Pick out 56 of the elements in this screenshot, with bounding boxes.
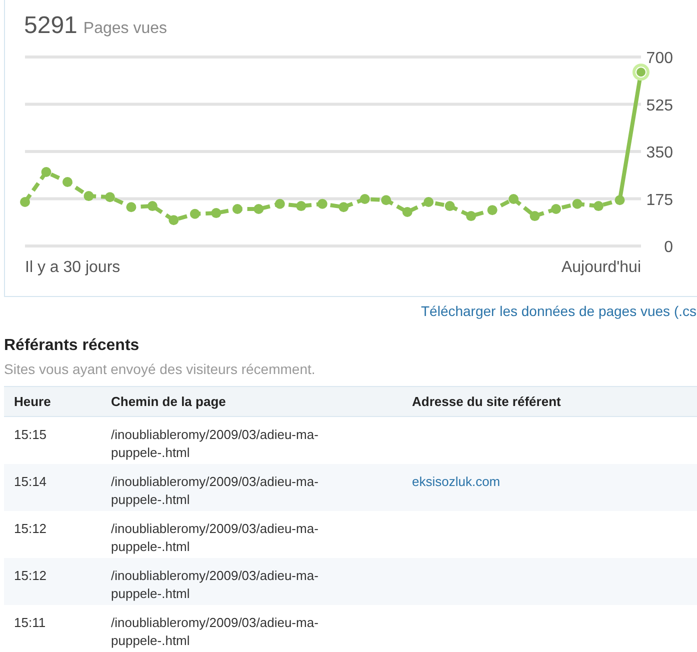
time-cell: 15:11 [14, 614, 46, 630]
column-header: Heure [4, 386, 101, 416]
data-point [424, 197, 434, 207]
section-title: Référants récents [4, 337, 140, 355]
data-point [381, 195, 392, 206]
time-cell: 15:14 [14, 474, 47, 488]
data-point [487, 205, 498, 216]
page-path: /inoubliableromy/2009/03/adieu-ma-puppele-.html [111, 426, 320, 462]
data-point [402, 206, 412, 217]
data-point [530, 211, 540, 222]
data-point [444, 201, 455, 212]
data-point [614, 195, 625, 206]
data-point [274, 198, 285, 209]
column-header: Adresse du site référent [402, 386, 697, 416]
data-point [20, 197, 30, 207]
column-header: Chemin de la page [101, 386, 402, 416]
axis-label: 0 [664, 239, 673, 256]
data-point [360, 194, 370, 204]
data-point [211, 208, 222, 218]
pageview-count: 5291 [24, 12, 78, 40]
time-cell: 15:12 [14, 568, 47, 582]
axis-label: 700 [646, 50, 673, 67]
data-point [126, 202, 136, 212]
page-path: /inoubliableromy/2009/03/adieu-ma-puppele-.html [111, 566, 320, 602]
data-point [594, 201, 604, 212]
section-subtitle: Sites vous ayant envoyé des visiteurs récemment. [4, 361, 316, 377]
data-point [466, 211, 476, 222]
page-path: /inoubliableromy/2009/03/adieu-ma-puppele-.html [111, 472, 320, 508]
data-point [62, 177, 72, 187]
data-point [572, 198, 582, 209]
data-point [317, 198, 328, 209]
period-start-label: Il y a 30 jours [25, 259, 120, 276]
page-path: /inoubliableromy/2009/03/adieu-ma-puppele-.html [111, 614, 320, 650]
data-point [232, 204, 242, 214]
highlighted-point[interactable] [632, 64, 650, 81]
period-end-label: Aujourd'hui [561, 259, 641, 276]
data-point [168, 215, 179, 226]
data-point [254, 204, 264, 214]
time-cell: 15:15 [14, 427, 47, 442]
pageview-label: Pages vues [83, 20, 167, 38]
data-point [190, 208, 200, 219]
time-cell: 15:12 [14, 520, 47, 536]
download-link[interactable]: Télécharger les données de pages vues (.cs [421, 303, 696, 319]
data-point [41, 167, 52, 178]
axis-label: 350 [646, 144, 673, 162]
data-point [508, 194, 519, 204]
axis-label: 525 [646, 97, 673, 114]
data-point [84, 191, 94, 202]
referrer-link[interactable]: eksisozluk.com [412, 474, 500, 488]
data-point [551, 204, 562, 214]
page-path: /inoubliableromy/2009/03/adieu-ma-puppele-.html [111, 520, 320, 556]
data-point [296, 201, 306, 212]
data-point [104, 192, 115, 202]
data-point [147, 201, 158, 212]
data-point [338, 202, 349, 212]
axis-label: 175 [646, 192, 673, 209]
